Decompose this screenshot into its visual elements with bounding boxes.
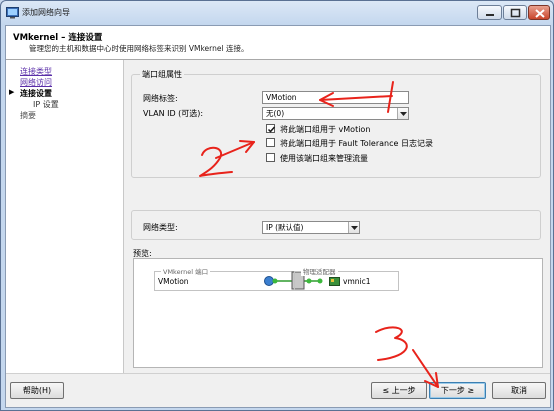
help-button[interactable]: 帮助(H) bbox=[10, 382, 64, 399]
vmotion-checkbox[interactable] bbox=[266, 124, 276, 133]
wizard-steps-nav: 连接类型 网络访问 ▶ 连接设置 IP 设置 摘要 bbox=[6, 60, 124, 373]
preview-panel: VMkernel 端口 VMotion 物理适配器 vmnic1 bbox=[133, 258, 543, 368]
checkmark-icon bbox=[267, 126, 276, 133]
vmotion-checkbox-label[interactable]: 将此端口组用于 vMotion bbox=[280, 124, 370, 135]
cancel-button[interactable]: 取消 bbox=[492, 382, 546, 399]
fault-tolerance-checkbox-label[interactable]: 将此端口组用于 Fault Tolerance 日志记录 bbox=[280, 138, 433, 149]
vmkernel-port-legend: VMkernel 端口 bbox=[161, 266, 211, 276]
wizard-footer: 帮助(H) ≤ 上一步 下一步 ≥ 取消 bbox=[6, 373, 550, 407]
page-title: VMkernel – 连接设置 bbox=[13, 33, 103, 43]
maximize-icon bbox=[510, 8, 521, 18]
network-label-input[interactable]: VMotion bbox=[262, 91, 409, 104]
wizard-window: 添加网络向导 VMkernel – 连接设置 管理您的主机和数据中心时使用网络标… bbox=[0, 0, 554, 411]
current-step-arrow-icon: ▶ bbox=[9, 88, 15, 96]
nav-item-summary: 摘要 bbox=[20, 111, 36, 120]
network-type-value: IP (默认值) bbox=[266, 223, 304, 232]
maximize-button[interactable] bbox=[503, 5, 527, 20]
minimize-icon bbox=[486, 14, 494, 16]
physical-adapter-legend: 物理适配器 bbox=[301, 266, 338, 276]
network-type-combobox[interactable]: IP (默认值) bbox=[262, 221, 360, 234]
vlan-id-caption: VLAN ID (可选): bbox=[143, 109, 204, 118]
management-traffic-checkbox-label[interactable]: 使用该端口组来管理流量 bbox=[280, 153, 368, 164]
port-group-legend: 端口组属性 bbox=[140, 69, 184, 80]
fault-tolerance-checkbox[interactable] bbox=[266, 138, 275, 147]
wizard-client: VMkernel – 连接设置 管理您的主机和数据中心时使用网络标签来识别 VM… bbox=[5, 25, 551, 408]
port-group-properties-group: 端口组属性 网络标签: VMotion VLAN ID (可选): 无(0) 将… bbox=[131, 69, 541, 178]
chevron-down-icon bbox=[351, 226, 358, 230]
network-label-caption: 网络标签: bbox=[143, 94, 178, 103]
nav-item-network-access[interactable]: 网络访问 bbox=[20, 77, 52, 88]
minimize-button[interactable] bbox=[477, 5, 502, 20]
close-button[interactable] bbox=[528, 5, 550, 20]
chevron-down-icon bbox=[400, 112, 407, 116]
vlan-id-value: 无(0) bbox=[266, 109, 285, 118]
window-title: 添加网络向导 bbox=[22, 8, 70, 17]
nic-icon bbox=[329, 277, 340, 286]
network-wizard-icon bbox=[6, 7, 19, 19]
vlan-dropdown-button[interactable] bbox=[397, 108, 408, 119]
nav-item-ip-settings: IP 设置 bbox=[33, 100, 59, 109]
back-button[interactable]: ≤ 上一步 bbox=[371, 382, 427, 399]
wizard-header: VMkernel – 连接设置 管理您的主机和数据中心时使用网络标签来识别 VM… bbox=[6, 26, 550, 60]
close-icon bbox=[535, 9, 545, 18]
vmkernel-port-name: VMotion bbox=[158, 277, 189, 286]
title-bar[interactable]: 添加网络向导 bbox=[1, 1, 553, 25]
network-type-dropdown-button[interactable] bbox=[348, 222, 359, 233]
management-traffic-checkbox[interactable] bbox=[266, 153, 275, 162]
physical-adapter-group: 物理适配器 vmnic1 bbox=[294, 266, 399, 291]
network-type-group: 网络类型: IP (默认值) bbox=[131, 210, 541, 240]
vlan-id-combobox[interactable]: 无(0) bbox=[262, 107, 409, 120]
physical-adapter-name: vmnic1 bbox=[343, 277, 371, 286]
nav-item-connection-type[interactable]: 连接类型 bbox=[20, 66, 52, 77]
vmkernel-port-icon bbox=[264, 276, 274, 286]
nav-item-connection-settings: 连接设置 bbox=[20, 89, 52, 98]
wizard-content: 端口组属性 网络标签: VMotion VLAN ID (可选): 无(0) 将… bbox=[125, 60, 550, 373]
next-button[interactable]: 下一步 ≥ bbox=[429, 382, 486, 399]
network-type-caption: 网络类型: bbox=[143, 223, 178, 232]
page-subtitle: 管理您的主机和数据中心时使用网络标签来识别 VMkernel 连接。 bbox=[29, 44, 249, 53]
